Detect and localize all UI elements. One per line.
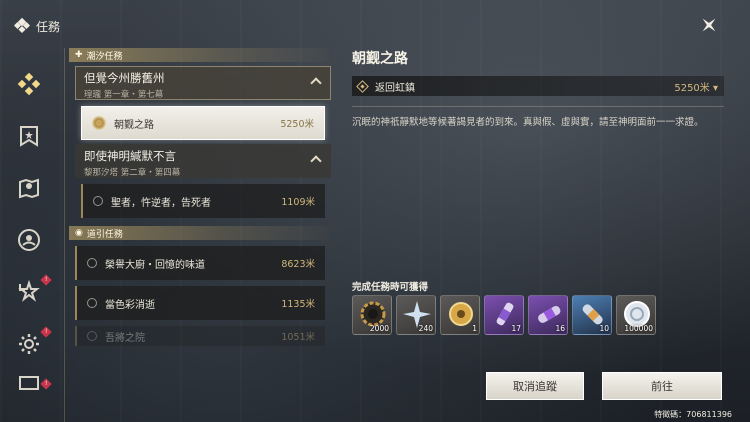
quest-distance: 1135米: [281, 299, 315, 310]
quest-distance: 8623米: [281, 259, 315, 270]
location-pin-icon: ◉: [75, 228, 83, 238]
rail-item-target[interactable]: [0, 214, 58, 266]
notification-badge: !: [40, 326, 52, 338]
quest-name: 當色彩消逝: [105, 299, 155, 311]
side-rail: ! ! !: [0, 58, 58, 400]
section-header-tidal: ✚ 潮汐任務: [69, 48, 329, 62]
quest-detail: 朝觐之路 返回虹鎮 5250米 ▾ 沉眠的神祇靜默地等候著謁見者的到來。真與假、…: [352, 48, 724, 131]
quest-name: 吾將之院: [105, 332, 145, 344]
quest-diamond-icon: [14, 18, 30, 34]
quest-name: 朝觐之路: [114, 119, 154, 131]
rail-item-map[interactable]: [0, 162, 58, 214]
objective-distance: 5250米 ▾: [674, 82, 718, 94]
close-x-icon: [702, 18, 716, 32]
rail-item-bookmark[interactable]: [0, 110, 58, 162]
quest-item[interactable]: 吾將之院 1051米: [75, 326, 325, 346]
rail-item-return[interactable]: !: [0, 266, 58, 318]
quest-description: 沉眠的神祇靜默地等候著謁見者的到來。真與假、虛與實，請至神明面前一一求證。: [352, 117, 704, 128]
objective-diamond-icon: [356, 79, 369, 93]
chapter-title: 即使神明緘默不言: [84, 149, 176, 163]
quest-distance: 1109米: [281, 197, 315, 208]
status-circle-icon: [87, 331, 97, 341]
go-button[interactable]: 前往: [602, 372, 722, 400]
chapter-1[interactable]: 但覺今州勝舊州 瑝瓏 第一章・第七幕: [75, 66, 331, 100]
quest-name: 聖者，忤逆者，告死者: [111, 197, 211, 209]
quest-list[interactable]: ✚ 潮汐任務 但覺今州勝舊州 瑝瓏 第一章・第七幕 朝觐之路 5250米 即使神…: [64, 48, 336, 422]
chapter-subtitle: 黎那汐塔 第二章・第四幕: [84, 168, 181, 178]
reward-item[interactable]: 1: [440, 295, 480, 335]
detail-title: 朝觐之路: [352, 51, 408, 67]
map-icon: [19, 178, 39, 199]
tracking-icon: [92, 116, 106, 130]
divider: [352, 106, 724, 107]
monitor-icon: [19, 376, 39, 390]
return-star-icon: [18, 280, 40, 302]
status-circle-icon: [87, 258, 97, 268]
reward-item[interactable]: 100000: [616, 295, 656, 335]
objective-row[interactable]: 返回虹鎮 5250米 ▾: [352, 76, 724, 96]
cancel-tracking-button[interactable]: 取消追蹤: [486, 372, 584, 400]
rewards-row: 2000 240 1 17 16 10 100000: [352, 295, 656, 335]
quest-item[interactable]: 聖者，忤逆者，告死者 1109米: [81, 184, 325, 218]
target-icon: [18, 229, 40, 251]
reward-item[interactable]: 10: [572, 295, 612, 335]
reward-item[interactable]: 2000: [352, 295, 392, 335]
gear-icon: [19, 334, 39, 354]
chapter-subtitle: 瑝瓏 第一章・第七幕: [84, 90, 164, 100]
rail-item-quests[interactable]: [0, 58, 58, 110]
rail-item-settings[interactable]: !: [0, 318, 58, 370]
status-circle-icon: [87, 298, 97, 308]
close-button[interactable]: [696, 12, 722, 38]
page-header: 任務: [14, 14, 60, 38]
status-circle-icon: [93, 196, 103, 206]
bookmark-shield-icon: [20, 126, 38, 147]
chapter-title: 但覺今州勝舊州: [84, 71, 165, 85]
quest-item[interactable]: 榮譽大廚・回憶的味道 8623米: [75, 246, 325, 280]
objective-text: 返回虹鎮: [375, 82, 415, 94]
page-title: 任務: [36, 19, 61, 34]
section-header-guide: ◉ 道引任務: [69, 226, 329, 240]
rail-item-monitor[interactable]: !: [0, 370, 58, 400]
reward-item[interactable]: 17: [484, 295, 524, 335]
quest-item-active[interactable]: 朝觐之路 5250米: [81, 106, 325, 140]
reward-item[interactable]: 240: [396, 295, 436, 335]
quest-icon: [17, 72, 41, 96]
chapter-2[interactable]: 即使神明緘默不言 黎那汐塔 第二章・第四幕: [75, 144, 331, 178]
player-uid: 特徵碼：706811396: [654, 410, 732, 419]
reward-item[interactable]: 16: [528, 295, 568, 335]
quest-name: 榮譽大廚・回憶的味道: [105, 259, 205, 271]
quest-distance: 5250米: [280, 119, 314, 130]
plus-icon: ✚: [75, 50, 83, 60]
notification-badge: !: [40, 378, 52, 390]
quest-distance: 1051米: [281, 332, 315, 343]
notification-badge: !: [40, 274, 52, 286]
quest-item[interactable]: 當色彩消逝 1135米: [75, 286, 325, 320]
rewards-title: 完成任務時可獲得: [352, 282, 429, 293]
